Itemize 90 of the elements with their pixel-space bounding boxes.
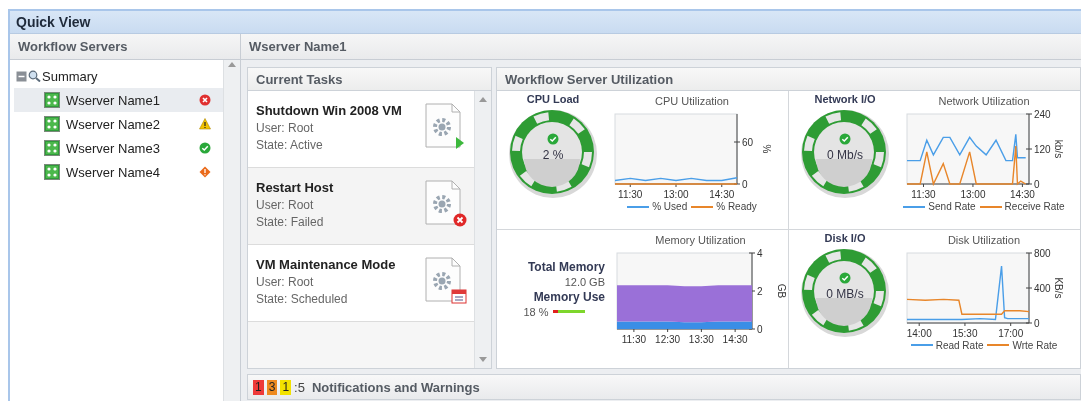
- tick-label: 14:30: [722, 333, 748, 345]
- total-memory-label: Total Memory: [527, 259, 605, 274]
- task-user: User: Root: [256, 275, 315, 289]
- notifications-bar[interactable]: 1 3 1 :5 Notifications and Warnings: [247, 374, 1081, 400]
- tick-label: 13:00: [663, 189, 689, 200]
- tick-label: 14:30: [709, 189, 735, 200]
- panel-title: Current Tasks: [248, 68, 491, 91]
- legend-item: Read Rate: [910, 339, 984, 351]
- notifications-title: Notifications and Warnings: [311, 379, 480, 395]
- count-badge: 3: [266, 379, 278, 395]
- tick-label: 11:30: [911, 189, 936, 200]
- axis-label: KB/s: [1053, 276, 1064, 299]
- memory-use-value: 18 %: [523, 305, 549, 318]
- tick-label: 800: [1034, 247, 1051, 259]
- total-memory-value: 12.0 GB: [564, 275, 605, 288]
- task-card[interactable]: VM Maintenance Mode User: Root State: Scheduled: [248, 245, 474, 322]
- task-user: User: Root: [256, 121, 315, 135]
- chart-title: Disk Utilization: [947, 233, 1021, 246]
- tick-label: 13:00: [960, 189, 986, 200]
- legend-item: Receive Rate: [979, 201, 1065, 212]
- server-item[interactable]: Wserver Name4: [14, 160, 223, 184]
- total-count: :5: [294, 379, 305, 395]
- legend-item: % Used: [627, 201, 688, 212]
- chart-title: Memory Utilization: [655, 233, 746, 246]
- gauge-title: CPU Load: [526, 93, 580, 105]
- tick-label: 2: [757, 285, 763, 297]
- axis-label: kb/s: [1053, 139, 1064, 159]
- server-item[interactable]: Wserver Name1: [14, 88, 223, 112]
- memory-use-bar: [552, 310, 585, 313]
- scroll-up-arrow-icon[interactable]: [228, 62, 236, 67]
- gauge-reading: 0 Mb/s: [827, 148, 863, 162]
- task-state: State: Failed: [256, 215, 325, 229]
- server-icon: [44, 92, 60, 108]
- tick-label: 0: [1034, 317, 1040, 329]
- scroll-up-arrow-icon[interactable]: [479, 97, 487, 102]
- server-icon: [44, 140, 60, 156]
- tick-label: 240: [1034, 109, 1051, 120]
- tick-label: 0: [757, 323, 763, 335]
- tick-label: 17:00: [998, 327, 1024, 339]
- tick-label: 60: [742, 137, 754, 148]
- task-user: User: Root: [256, 198, 315, 212]
- tick-label: 13:30: [688, 333, 714, 345]
- document-gear-error-icon: [424, 180, 468, 228]
- tick-label: 4: [757, 247, 763, 259]
- axis-label: %: [761, 144, 772, 154]
- server-icon: [44, 164, 60, 180]
- legend-item: Wrte Rate: [987, 339, 1058, 351]
- count-badge: 1: [253, 379, 264, 395]
- y-axis: [1025, 113, 1033, 185]
- count-badge: 1: [280, 379, 292, 395]
- axis-label: GB: [776, 283, 787, 298]
- tick-label: 12:30: [655, 333, 681, 345]
- server-icon: [44, 116, 60, 132]
- tick-label: 14:30: [1009, 189, 1035, 200]
- gauge-reading: 2 %: [542, 148, 564, 162]
- scroll-down-arrow-icon[interactable]: [479, 357, 487, 362]
- tick-label: 11:30: [621, 333, 646, 345]
- task-name: Shutdown Win 2008 VM: [256, 103, 403, 118]
- chart-title: CPU Utilization: [655, 95, 729, 107]
- tick-label: 400: [1034, 282, 1051, 294]
- document-gear-calendar-icon: [424, 257, 468, 305]
- chart-title: Network Utilization: [938, 95, 1030, 107]
- task-state: State: Scheduled: [256, 292, 349, 306]
- magnifier-icon: [28, 70, 41, 82]
- y-axis: [733, 113, 741, 185]
- server-item[interactable]: Wserver Name3: [14, 136, 223, 160]
- task-state: State: Active: [256, 138, 324, 152]
- tick-label: 0: [1034, 179, 1040, 190]
- legend-item: % Ready: [691, 201, 757, 212]
- task-name: VM Maintenance Mode: [256, 257, 397, 272]
- legend-item: Send Rate: [903, 201, 976, 212]
- y-axis: [1025, 252, 1033, 323]
- tick-label: 15:30: [952, 327, 978, 339]
- gauge-title: Network I/O: [814, 93, 876, 105]
- task-name: Restart Host: [256, 180, 335, 195]
- tick-label: 14:00: [906, 327, 932, 339]
- sidebar-title: Workflow Servers: [10, 34, 240, 60]
- collapse-icon[interactable]: [16, 70, 27, 82]
- tick-label: 120: [1034, 144, 1051, 155]
- gauge-title: Disk I/O: [824, 231, 866, 244]
- content-title: Wserver Name1: [241, 34, 1081, 60]
- tick-label: 11:30: [618, 189, 643, 200]
- server-item[interactable]: Wserver Name2: [14, 112, 223, 136]
- task-card[interactable]: Shutdown Win 2008 VM User: Root State: Active: [248, 91, 474, 168]
- memory-use-label: Memory Use: [533, 289, 605, 304]
- tick-label: 0: [742, 179, 748, 190]
- window-title: Quick View: [10, 11, 1081, 34]
- gauge-reading: 0 MB/s: [826, 286, 864, 301]
- panel-title: Workflow Server Utilization: [497, 68, 1080, 91]
- tree-item[interactable]: Summary: [42, 68, 98, 84]
